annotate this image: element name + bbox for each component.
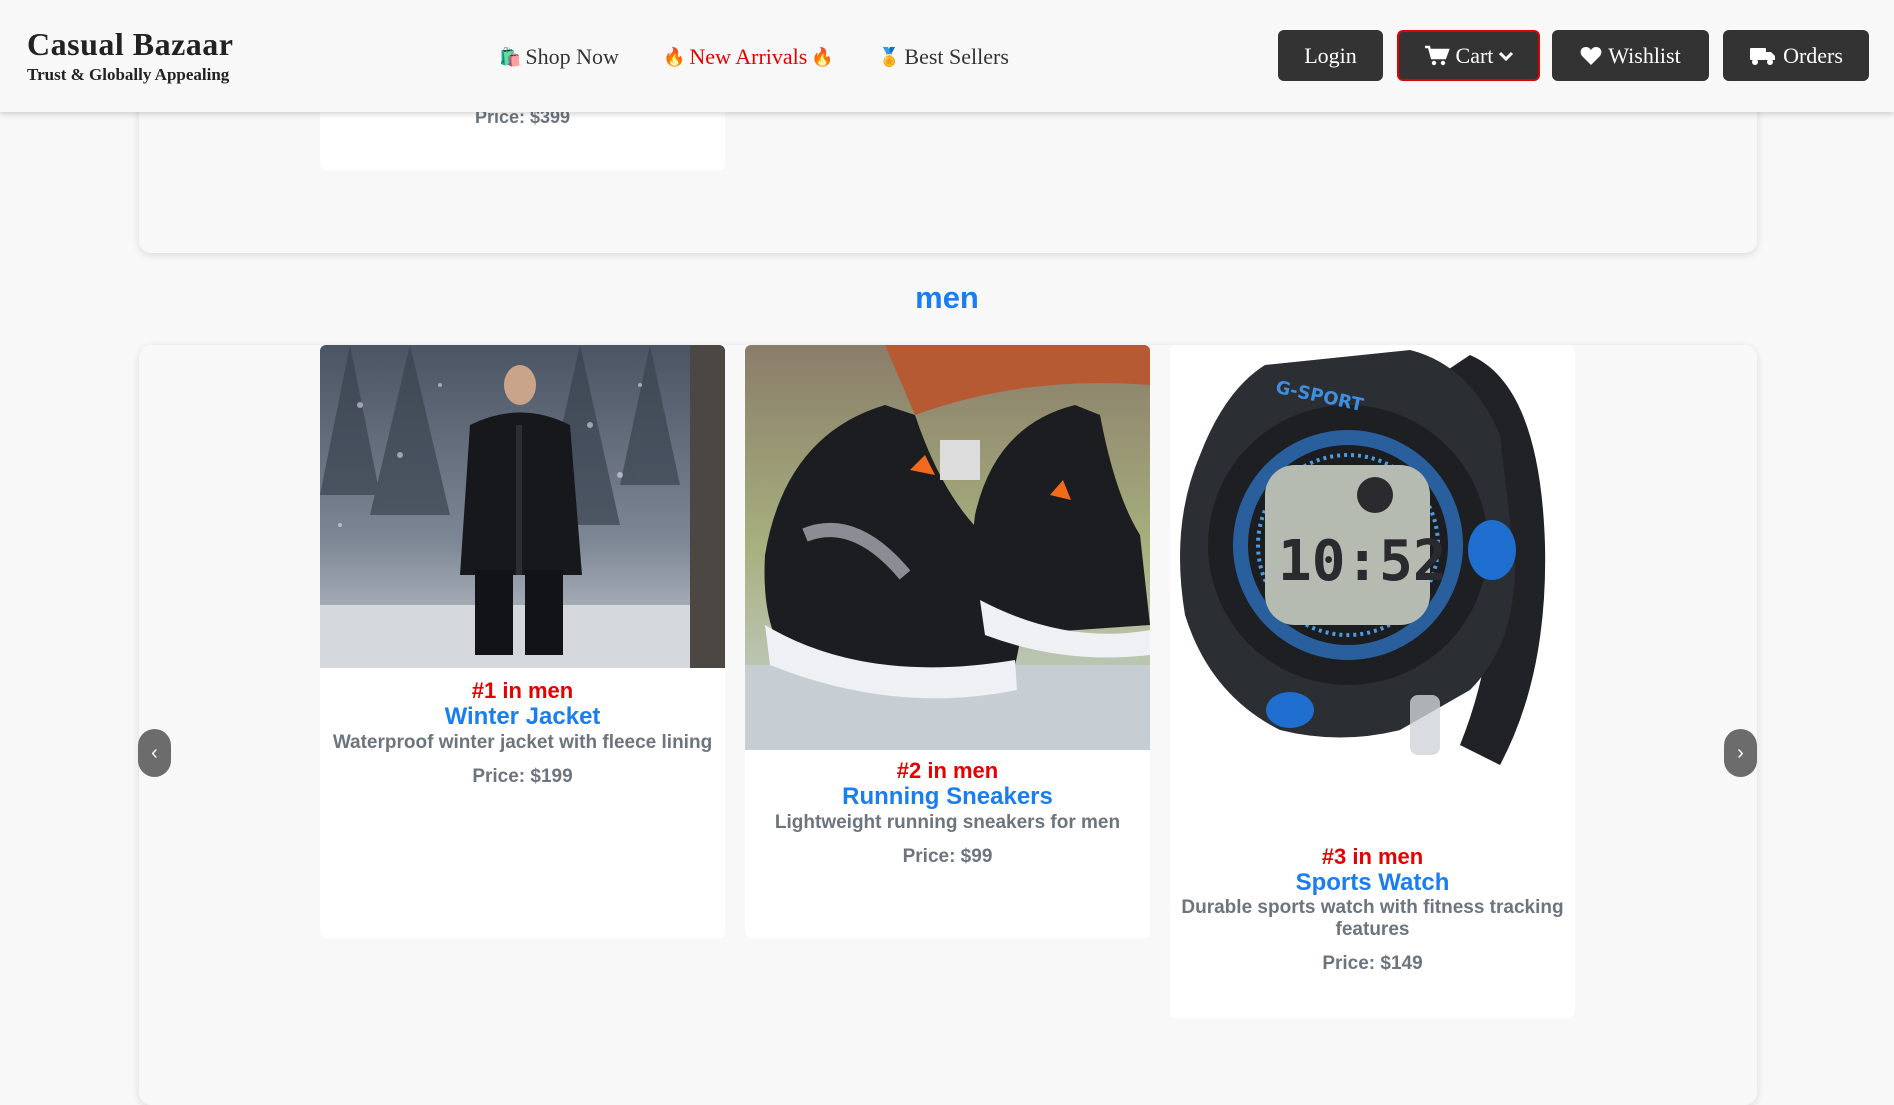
login-label: Login — [1304, 42, 1357, 68]
product-card-winter-jacket[interactable]: #1 in men Winter Jacket Waterproof winte… — [320, 345, 725, 938]
wishlist-button[interactable]: Wishlist — [1552, 30, 1709, 81]
product-rank: #3 in men — [1321, 844, 1424, 869]
site-header: Casual Bazaar Trust & Globally Appealing… — [0, 0, 1894, 112]
brand-name: Casual Bazaar — [27, 26, 234, 62]
carousel-prev-button[interactable]: ‹ — [138, 729, 171, 777]
product-name[interactable]: Winter Jacket — [320, 703, 725, 731]
fire-icon: 🔥 — [811, 46, 834, 68]
chevron-right-icon: › — [1737, 741, 1744, 764]
cart-icon — [1424, 45, 1450, 65]
cart-label: Cart — [1455, 42, 1494, 68]
nav-shop-now-label: Shop Now — [525, 44, 619, 69]
product-name[interactable]: Running Sneakers — [745, 783, 1150, 811]
chevron-left-icon: ‹ — [151, 741, 158, 764]
product-price: Price: $149 — [1322, 953, 1423, 974]
fire-icon: 🔥 — [663, 46, 686, 68]
winter-jacket-image — [320, 345, 725, 668]
orders-label: Orders — [1783, 42, 1843, 68]
brand[interactable]: Casual Bazaar Trust & Globally Appealing — [27, 26, 234, 85]
svg-text:10:52: 10:52 — [1278, 529, 1447, 594]
cart-button[interactable]: Cart — [1397, 30, 1540, 81]
category-title: men — [915, 280, 979, 315]
product-description: Lightweight running sneakers for men — [774, 812, 1121, 833]
login-button[interactable]: Login — [1278, 30, 1383, 81]
product-price: Price: $99 — [902, 846, 993, 867]
chevron-down-icon — [1499, 51, 1514, 61]
product-name[interactable]: Sports Watch — [1170, 869, 1575, 897]
truck-icon — [1750, 47, 1776, 65]
shopping-bag-icon: 🛍️ — [499, 46, 522, 68]
nav-best-sellers-label: Best Sellers — [904, 44, 1009, 69]
product-card-sports-watch[interactable]: 10:52 G-SPORT #3 in men Sports Watch Dur… — [1170, 345, 1575, 1018]
brand-tagline: Trust & Globally Appealing — [27, 65, 230, 84]
product-rank: #2 in men — [896, 758, 999, 783]
sports-watch-image: 10:52 G-SPORT — [1170, 345, 1575, 835]
product-price: Price: $199 — [472, 766, 573, 787]
product-description: Waterproof winter jacket with fleece lin… — [332, 732, 713, 753]
product-description: Durable sports watch with fitness tracki… — [1181, 897, 1564, 940]
product-rank: #1 in men — [471, 678, 574, 703]
nav-shop-now[interactable]: 🛍️ Shop Now — [499, 44, 619, 70]
medal-icon: 🏅 — [878, 46, 901, 68]
nav-best-sellers[interactable]: 🏅 Best Sellers — [878, 44, 1009, 70]
wishlist-label: Wishlist — [1608, 42, 1681, 68]
nav-new-arrivals[interactable]: 🔥 New Arrivals 🔥 — [663, 44, 834, 70]
running-sneakers-image — [745, 345, 1150, 750]
nav-new-arrivals-label: New Arrivals — [689, 44, 808, 69]
product-card-running-sneakers[interactable]: #2 in men Running Sneakers Lightweight r… — [745, 345, 1150, 938]
orders-button[interactable]: Orders — [1723, 30, 1869, 81]
carousel-next-button[interactable]: › — [1724, 729, 1757, 777]
heart-icon — [1580, 46, 1602, 65]
